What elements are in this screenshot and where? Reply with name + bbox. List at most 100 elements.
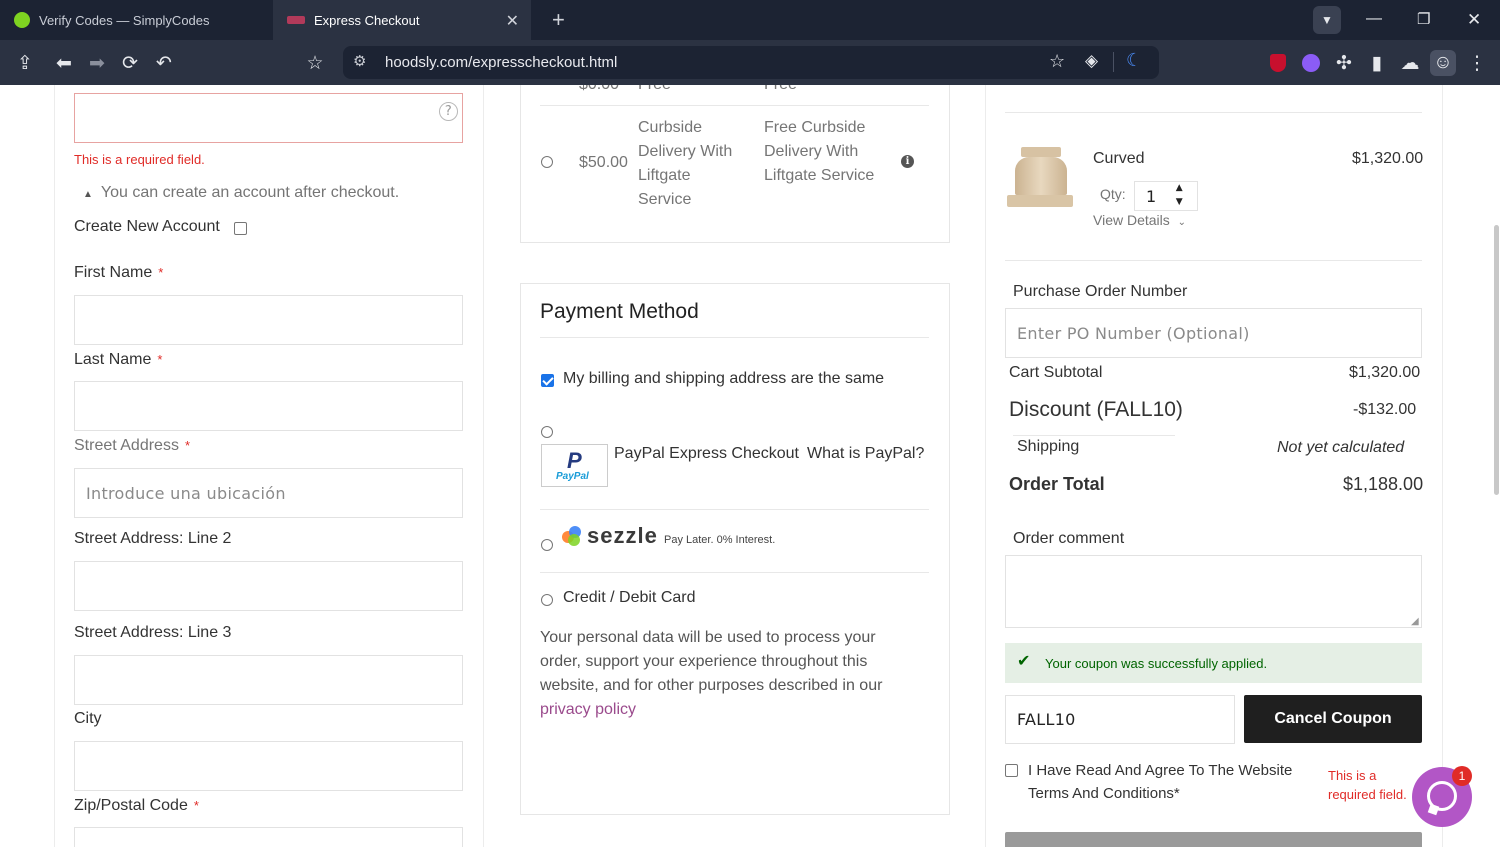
coupon-code-value: FALL10 — [1017, 710, 1076, 729]
po-label: Purchase Order Number — [1013, 283, 1188, 300]
paypal-logo: P PayPal — [541, 444, 608, 487]
ublock-shield-icon[interactable] — [1265, 50, 1291, 76]
sezzle-radio[interactable] — [541, 539, 553, 551]
cancel-coupon-button[interactable]: Cancel Coupon — [1244, 695, 1422, 743]
page-scrollbar-thumb[interactable] — [1494, 225, 1499, 495]
paypal-label[interactable]: PayPal Express Checkout — [614, 445, 799, 463]
required-mark: * — [184, 438, 191, 453]
cloud-upload-icon[interactable]: ☁ — [1397, 50, 1423, 76]
view-details-toggle[interactable]: View Details ⌄ — [1093, 212, 1186, 228]
terms-label[interactable]: I Have Read And Agree To The Website Ter… — [1028, 759, 1318, 805]
street-address-placeholder: Introduce una ubicación — [86, 483, 286, 503]
coupon-success-message: ✔ Your coupon was successfully applied. — [1005, 643, 1422, 683]
create-account-label[interactable]: Create New Account — [74, 218, 220, 236]
coupon-success-text: Your coupon was successfully applied. — [1045, 656, 1268, 671]
coupon-code-input[interactable]: FALL10 — [1005, 695, 1235, 744]
label-text: Last Name — [74, 351, 152, 368]
paypal-logo-text: PayPal — [556, 471, 589, 482]
shipping-partial-carrier: Free — [764, 85, 797, 94]
payment-divider — [540, 509, 929, 510]
extension-purple-icon[interactable] — [1298, 50, 1324, 76]
forward-icon[interactable]: ➡ — [84, 50, 110, 76]
bookmark-star-outline-icon[interactable]: ☆ — [302, 50, 328, 76]
same-address-checkbox[interactable] — [541, 374, 554, 387]
shipping-partial-method: Free — [638, 85, 671, 94]
credit-card-label[interactable]: Credit / Debit Card — [563, 589, 696, 607]
bookmark-star-icon[interactable]: ☆ — [1049, 51, 1065, 72]
po-placeholder: Enter PO Number (Optional) — [1017, 323, 1250, 343]
street-address-field[interactable]: Introduce una ubicación — [74, 468, 463, 518]
browser-menu-icon[interactable]: ⋮ — [1464, 50, 1490, 76]
first-name-label: First Name * — [74, 264, 163, 282]
info-icon[interactable]: i — [901, 155, 914, 168]
privacy-policy-link[interactable]: privacy policy — [540, 701, 636, 718]
qty-stepper[interactable]: 1 ▲ ▼ — [1134, 181, 1198, 211]
what-is-paypal-link[interactable]: What is PayPal? — [807, 445, 924, 463]
sidebar-history-icon[interactable]: ⇪ — [12, 50, 38, 76]
last-name-field[interactable] — [74, 381, 463, 431]
column-divider — [54, 85, 55, 847]
label-text: Street Address: Line 2 — [74, 530, 232, 547]
create-account-text: Create New Account — [74, 218, 220, 235]
tab-express-checkout[interactable]: Express Checkout ✕ — [273, 0, 531, 40]
chat-bubble-tail — [1427, 803, 1440, 816]
urlbar-divider — [1113, 52, 1114, 72]
dark-mode-moon-icon[interactable]: ☾ — [1126, 50, 1142, 71]
close-window-icon[interactable]: ✕ — [1467, 10, 1481, 30]
site-info-icon[interactable]: ⚙ — [353, 52, 366, 70]
paypal-radio[interactable] — [541, 426, 553, 438]
resize-handle-icon[interactable]: ◢ — [1411, 616, 1419, 627]
payment-title-divider — [540, 337, 929, 338]
help-question-icon[interactable]: ? — [439, 102, 458, 121]
side-panel-icon[interactable]: ▮ — [1364, 50, 1390, 76]
credit-card-radio[interactable] — [541, 594, 553, 606]
reload-icon[interactable]: ⟳ — [117, 50, 143, 76]
shipping-carrier-name: Free Curbside Delivery With Liftgate Ser… — [764, 119, 875, 184]
qty-label: Qty: — [1100, 186, 1126, 202]
shipping-method-radio[interactable] — [541, 156, 553, 168]
place-order-button[interactable] — [1005, 832, 1422, 847]
product-price: $1,320.00 — [1352, 150, 1424, 167]
first-name-field[interactable] — [74, 295, 463, 345]
column-divider — [1442, 85, 1443, 847]
back-icon[interactable]: ⬅ — [51, 50, 77, 76]
simplycodes-favicon-icon — [14, 12, 30, 28]
city-field[interactable] — [74, 741, 463, 791]
profile-avatar-icon[interactable]: ☺ — [1430, 50, 1456, 76]
order-comment-textarea[interactable]: ◢ — [1005, 555, 1422, 628]
extensions-puzzle-icon[interactable]: ✣ — [1331, 50, 1357, 76]
close-tab-icon[interactable]: ✕ — [506, 11, 519, 31]
email-error: This is a required field. — [74, 152, 205, 167]
checkout-page: ? This is a required field. ▲ You can cre… — [0, 85, 1500, 847]
summary-divider — [1005, 260, 1422, 261]
order-comment-label: Order comment — [1013, 530, 1125, 547]
subtotal-value: $1,320.00 — [1349, 364, 1421, 381]
account-note: ▲ You can create an account after checkou… — [83, 184, 399, 202]
privacy-notice: Your personal data will be used to proce… — [540, 626, 920, 722]
street-line3-field[interactable] — [74, 655, 463, 705]
undo-close-tab-icon[interactable]: ↶ — [151, 50, 177, 76]
minimize-icon[interactable]: — — [1366, 10, 1382, 28]
qty-increase-icon[interactable]: ▲ — [1176, 183, 1183, 193]
qty-decrease-icon[interactable]: ▼ — [1176, 197, 1183, 207]
same-address-label[interactable]: My billing and shipping address are the … — [563, 370, 884, 388]
shipping-value: Not yet calculated — [1277, 439, 1405, 456]
email-field[interactable]: ? — [74, 93, 463, 143]
extension-layers-icon[interactable]: ◈ — [1085, 51, 1098, 71]
order-total-label: Order Total — [1009, 474, 1105, 494]
zip-field[interactable] — [74, 827, 463, 847]
tab-verify-codes[interactable]: Verify Codes — SimplyCodes — [0, 0, 272, 40]
street-line2-field[interactable] — [74, 561, 463, 611]
po-number-input[interactable]: Enter PO Number (Optional) — [1005, 308, 1422, 358]
terms-error: This is a required field. — [1328, 768, 1407, 802]
tab-list-chevron-icon[interactable]: ▼ — [1313, 6, 1341, 34]
create-account-checkbox[interactable] — [234, 222, 247, 235]
column-divider — [985, 85, 986, 847]
restore-icon[interactable]: ❐ — [1417, 10, 1430, 28]
new-tab-button[interactable]: + — [538, 0, 578, 40]
privacy-notice-text: Your personal data will be used to proce… — [540, 629, 883, 694]
address-bar[interactable]: ⚙ hoodsly.com/expresscheckout.html ☆ ◈ ☾ — [343, 46, 1159, 79]
terms-checkbox[interactable] — [1005, 764, 1018, 777]
label-text: Street Address: Line 3 — [74, 624, 232, 641]
qty-value: 1 — [1146, 186, 1157, 206]
